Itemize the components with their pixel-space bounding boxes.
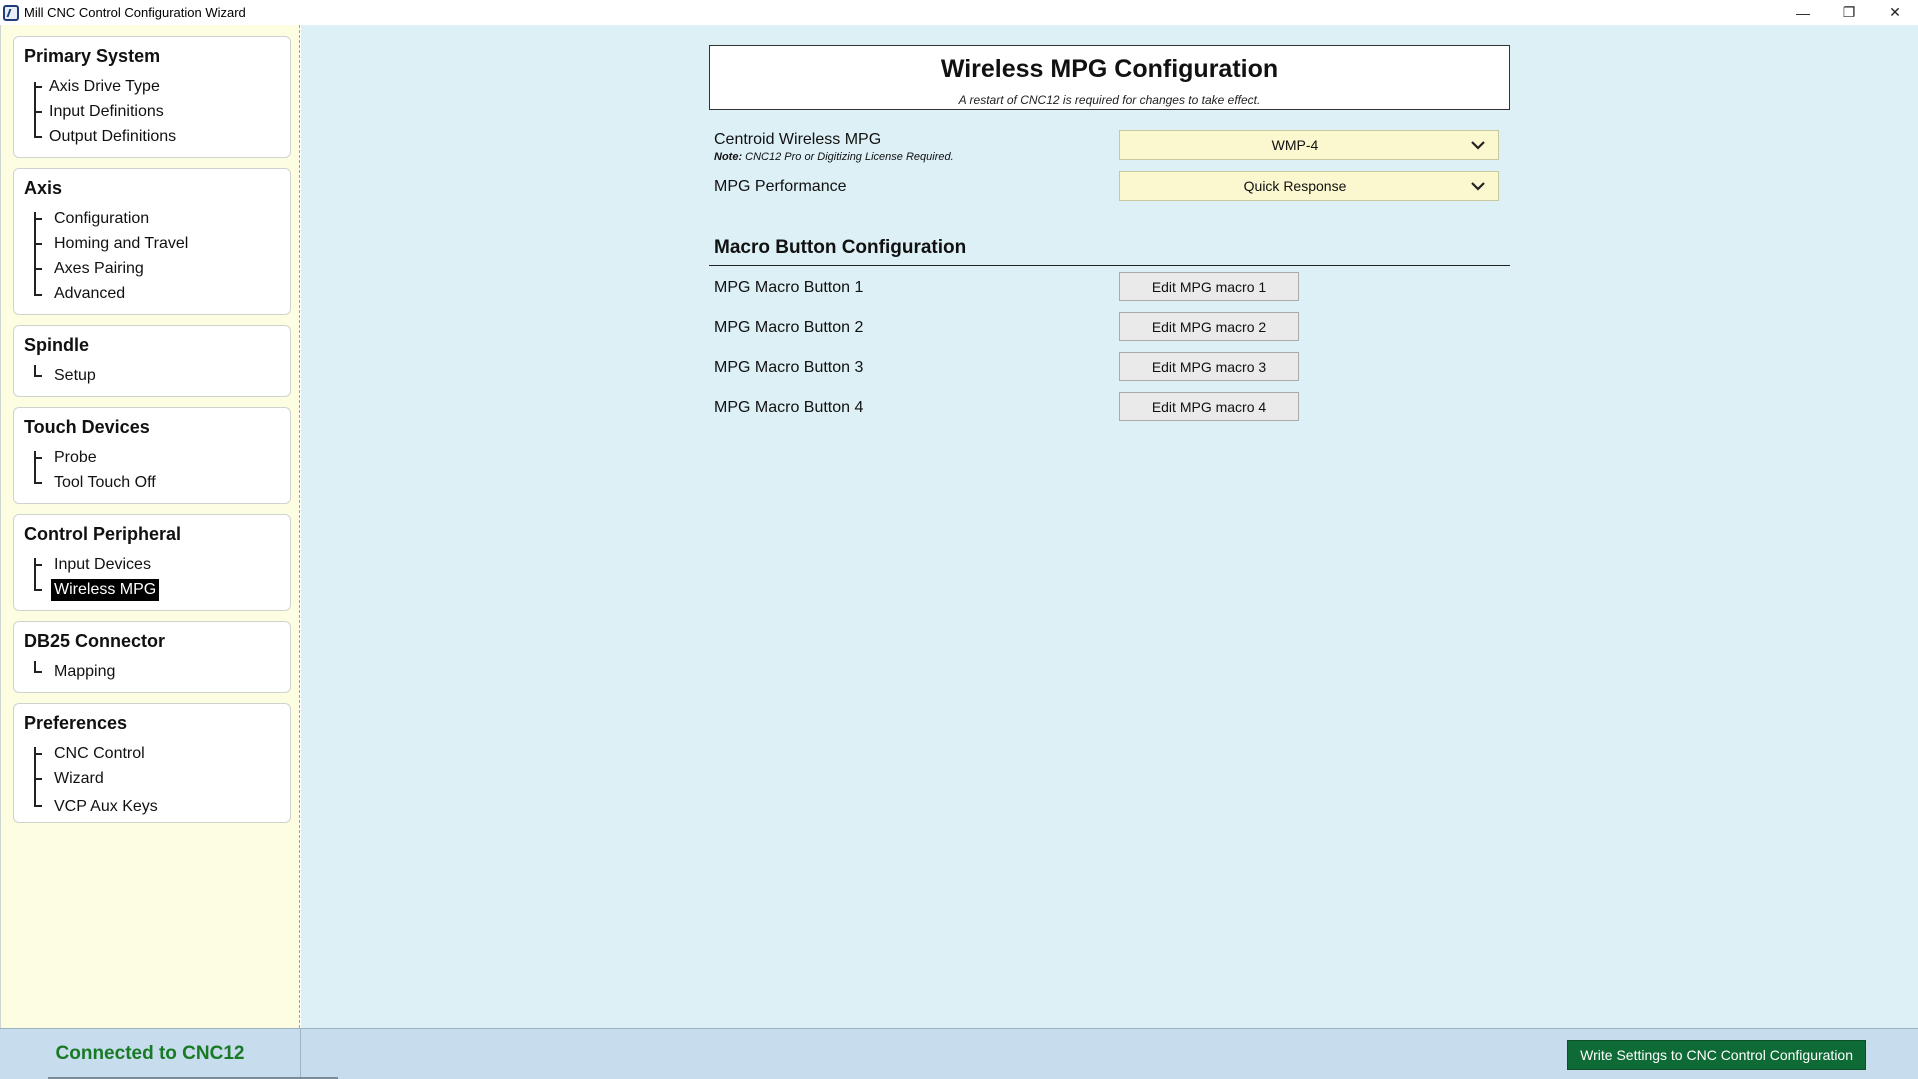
- connection-status: Connected to CNC12: [55, 1043, 245, 1064]
- tree-line: [34, 747, 36, 807]
- restart-notice: A restart of CNC12 is required for chang…: [958, 93, 1261, 107]
- sidebar-item-advanced[interactable]: Advanced: [51, 283, 128, 305]
- macro-section-title: Macro Button Configuration: [714, 237, 967, 258]
- tree-line: [34, 451, 36, 484]
- write-settings-button[interactable]: Write Settings to CNC Control Configurat…: [1567, 1040, 1866, 1070]
- nav-group-db25-connector: DB25 Connector Mapping: [13, 621, 291, 693]
- sidebar-item-wizard[interactable]: Wizard: [51, 768, 107, 790]
- nav-group-title: Touch Devices: [24, 417, 150, 437]
- sidebar-item-setup[interactable]: Setup: [51, 365, 99, 387]
- macro-row-label: MPG Macro Button 1: [714, 279, 864, 296]
- nav-group-title: Primary System: [24, 46, 161, 66]
- wireless-mpg-value: WMP-4: [1271, 137, 1319, 153]
- sidebar-item-mapping[interactable]: Mapping: [51, 661, 118, 683]
- edit-macro-1-button[interactable]: Edit MPG macro 1: [1119, 272, 1299, 301]
- note-prefix: Note:: [714, 151, 743, 163]
- macro-row-label: MPG Macro Button 3: [714, 359, 864, 376]
- sidebar-item-input-devices[interactable]: Input Devices: [51, 554, 154, 576]
- wireless-mpg-dropdown[interactable]: WMP-4: [1119, 130, 1499, 160]
- minimize-button[interactable]: —: [1780, 0, 1826, 25]
- close-button[interactable]: ✕: [1872, 0, 1918, 25]
- sidebar-item-homing-and-travel[interactable]: Homing and Travel: [51, 233, 191, 255]
- restore-button[interactable]: ❐: [1826, 0, 1872, 25]
- sidebar-item-probe[interactable]: Probe: [51, 447, 100, 469]
- nav-group-control-peripheral: Control Peripheral Input Devices Wireles…: [13, 514, 291, 611]
- action-bar: Write Settings to CNC Control Configurat…: [300, 1028, 1918, 1079]
- window-title: Mill CNC Control Configuration Wizard: [24, 5, 246, 20]
- nav-group-title: Axis: [24, 178, 63, 198]
- sidebar-item-wireless-mpg[interactable]: Wireless MPG: [51, 579, 160, 601]
- sidebar-item-vcp-aux-keys[interactable]: VCP Aux Keys: [51, 796, 161, 818]
- chevron-down-icon: [1470, 178, 1486, 194]
- edit-macro-3-button[interactable]: Edit MPG macro 3: [1119, 352, 1299, 381]
- page-title: Wireless MPG Configuration: [940, 55, 1279, 83]
- app-icon: [3, 4, 19, 21]
- license-note: Note: CNC12 Pro or Digitizing License Re…: [714, 151, 954, 163]
- nav-group-title: Preferences: [24, 713, 128, 733]
- nav-group-title: Control Peripheral: [24, 524, 182, 544]
- nav-group-touch-devices: Touch Devices Probe Tool Touch Off: [13, 407, 291, 504]
- sidebar-item-output-definitions[interactable]: Output Definitions: [46, 126, 179, 148]
- title-bar: Mill CNC Control Configuration Wizard — …: [0, 0, 1918, 25]
- wireless-mpg-label: Centroid Wireless MPG: [714, 131, 882, 148]
- nav-group-title: DB25 Connector: [24, 631, 166, 651]
- nav-group-title: Spindle: [24, 335, 90, 355]
- nav-group-preferences: Preferences CNC Control Wizard VCP Aux K…: [13, 703, 291, 823]
- sidebar-item-axes-pairing[interactable]: Axes Pairing: [51, 258, 147, 280]
- sidebar-item-configuration[interactable]: Configuration: [51, 208, 152, 230]
- nav-group-spindle: Spindle Setup: [13, 325, 291, 397]
- section-divider: [709, 265, 1510, 266]
- mpg-performance-dropdown[interactable]: Quick Response: [1119, 171, 1499, 201]
- nav-group-primary-system: Primary System Axis Drive Type Input Def…: [13, 36, 291, 158]
- mpg-performance-value: Quick Response: [1243, 178, 1347, 194]
- edit-macro-2-button[interactable]: Edit MPG macro 2: [1119, 312, 1299, 341]
- sidebar: Primary System Axis Drive Type Input Def…: [0, 25, 300, 1028]
- mpg-performance-label: MPG Performance: [714, 178, 847, 195]
- page-header: Wireless MPG Configuration A restart of …: [709, 45, 1510, 110]
- sidebar-item-axis-drive-type[interactable]: Axis Drive Type: [46, 76, 163, 98]
- tree-line: [34, 558, 36, 591]
- edit-macro-4-button[interactable]: Edit MPG macro 4: [1119, 392, 1299, 421]
- macro-row-label: MPG Macro Button 2: [714, 319, 864, 336]
- connection-status-panel: Connected to CNC12: [0, 1028, 300, 1079]
- note-text: CNC12 Pro or Digitizing License Required…: [742, 151, 954, 163]
- nav-group-axis: Axis Configuration Homing and Travel Axe…: [13, 168, 291, 315]
- macro-row-label: MPG Macro Button 4: [714, 399, 864, 416]
- window-controls: — ❐ ✕: [1780, 0, 1918, 25]
- tree-line: [34, 212, 36, 296]
- sidebar-item-tool-touch-off[interactable]: Tool Touch Off: [51, 472, 159, 494]
- sidebar-item-cnc-control[interactable]: CNC Control: [51, 743, 148, 765]
- tree-line: [34, 82, 36, 137]
- chevron-down-icon: [1470, 137, 1486, 153]
- main-panel: Wireless MPG Configuration A restart of …: [301, 25, 1918, 1028]
- sidebar-item-input-definitions[interactable]: Input Definitions: [46, 101, 167, 123]
